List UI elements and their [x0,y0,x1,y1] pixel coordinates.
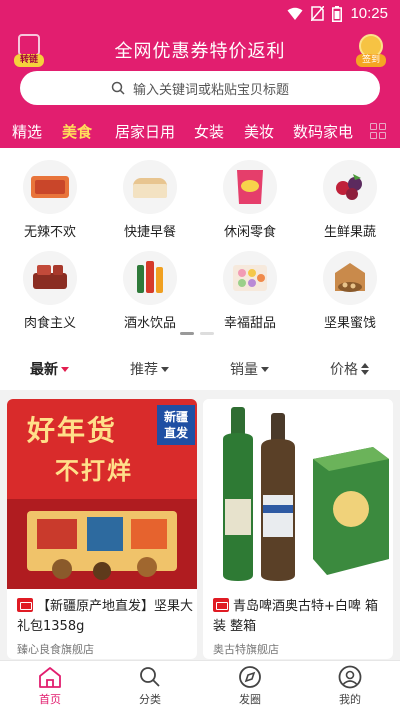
nav-profile[interactable]: 我的 [300,665,400,707]
grid-item-label: 酒水饮品 [123,316,176,331]
nav-home-label: 首页 [39,693,61,706]
no-sim-icon [311,6,325,21]
grid-item-spicy[interactable]: 无辣不欢 [0,160,100,240]
grid-item-drinks[interactable]: 酒水饮品 [100,251,200,331]
clock: 10:25 [350,5,388,22]
search-bar[interactable]: 输入关键词或粘贴宝贝标题 [20,71,380,105]
grid-item-label: 无辣不欢 [23,225,76,240]
product-card[interactable]: 好年货 不打烊 新疆直发 【新疆原产地直发】坚果大礼包1358g 臻心良食旗舰店 [7,399,197,659]
grid-item-label: 生鲜果蔬 [323,225,376,240]
category-tabs: 精选 美食 居家日用 女装 美妆 数码家电 [0,118,400,148]
wifi-icon [287,7,303,20]
product-image: 好年货 不打烊 新疆直发 [7,399,197,589]
grid-item-nuts[interactable]: 坚果蜜饯 [300,251,400,331]
grid-item-snacks[interactable]: 休闲零食 [200,160,300,240]
grid-item-label: 肉食主义 [23,316,76,331]
tmall-icon [17,598,33,612]
all-categories-icon[interactable] [370,123,386,139]
nav-home[interactable]: 首页 [0,665,100,707]
caret-down-icon [161,366,169,372]
sort-sales-label: 销量 [230,362,258,378]
product-title-text: 青岛啤酒奥古特+白啤 箱装 整箱 [213,599,379,634]
macaron-icon [223,251,277,305]
spicy-snack-icon [23,160,77,214]
sort-bar: 最新 推荐 销量 价格 [0,344,400,390]
meat-icon [23,251,77,305]
tmall-icon [213,598,229,612]
nav-category[interactable]: 分类 [100,665,200,707]
nav-category-label: 分类 [139,693,161,706]
nav-moments[interactable]: 发圈 [200,665,300,707]
nuts-icon [323,251,377,305]
tab-beauty[interactable]: 美妆 [244,121,274,142]
product-image [203,399,393,589]
grid-item-meat[interactable]: 肉食主义 [0,251,100,331]
nav-profile-label: 我的 [339,693,361,706]
product-title-text: 【新疆原产地直发】坚果大礼包1358g [17,599,194,634]
grid-item-fresh[interactable]: 生鲜果蔬 [300,160,400,240]
search-icon [140,667,160,687]
check-in-badge: 签到 [356,54,386,67]
tab-electronics[interactable]: 数码家电 [293,121,353,142]
caret-down-icon [61,366,69,372]
search-placeholder: 输入关键词或粘贴宝贝标题 [132,82,289,98]
chips-icon [223,160,277,214]
sort-latest[interactable]: 最新 [30,359,69,379]
berries-icon [323,160,377,214]
product-card[interactable]: 青岛啤酒奥古特+白啤 箱装 整箱 奥古特旗舰店 [203,399,393,659]
category-grid: 无辣不欢 快捷早餐 休闲零食 生鲜果蔬 肉食主义 酒水饮品 幸福甜品 坚果蜜饯 [0,148,400,344]
user-icon [338,665,362,689]
sort-price-label: 价格 [330,362,358,378]
check-in-button[interactable]: 签到 [356,34,386,70]
tab-featured[interactable]: 精选 [12,121,42,142]
product-title: 青岛啤酒奥古特+白啤 箱装 整箱 [213,597,389,637]
sort-price[interactable]: 价格 [330,359,369,379]
caret-down-icon [261,366,269,372]
banner-headline: 好年货 [27,414,118,447]
grid-item-label: 快捷早餐 [123,225,176,240]
grid-item-label: 坚果蜜饯 [323,316,376,331]
home-icon [39,667,61,688]
grid-item-desserts[interactable]: 幸福甜品 [200,251,300,331]
tab-food[interactable]: 美食 [62,121,92,142]
direct-ship-tag: 新疆直发 [163,410,188,440]
page-indicator [180,332,214,335]
sort-recommend-label: 推荐 [130,362,158,378]
tab-home-goods[interactable]: 居家日用 [115,121,175,142]
app-header: 转链 全网优惠券特价返利 签到 输入关键词或粘贴宝贝标题 精选 美食 居家日用 … [0,28,400,148]
bottles-icon [123,251,177,305]
sort-sales[interactable]: 销量 [230,359,269,379]
sort-updown-icon [361,363,369,375]
sort-latest-label: 最新 [30,362,58,378]
search-icon [111,81,125,95]
nav-moments-label: 发圈 [239,693,261,706]
tab-womens-clothing[interactable]: 女装 [194,121,224,142]
compass-icon [239,666,261,688]
grid-item-label: 幸福甜品 [223,316,276,331]
banner-subline: 不打烊 [55,457,133,485]
bottom-nav: 首页 分类 发圈 我的 [0,660,400,712]
product-title: 【新疆原产地直发】坚果大礼包1358g [17,597,193,637]
status-bar: 10:25 [0,0,400,28]
grid-item-label: 休闲零食 [223,225,276,240]
sort-recommend[interactable]: 推荐 [130,359,169,379]
shop-name: 臻心良食旗舰店 [17,643,94,656]
bread-icon [123,160,177,214]
shop-name: 奥古特旗舰店 [213,643,279,656]
grid-item-breakfast[interactable]: 快捷早餐 [100,160,200,240]
battery-icon [332,5,343,22]
app-title: 全网优惠券特价返利 [114,41,286,62]
